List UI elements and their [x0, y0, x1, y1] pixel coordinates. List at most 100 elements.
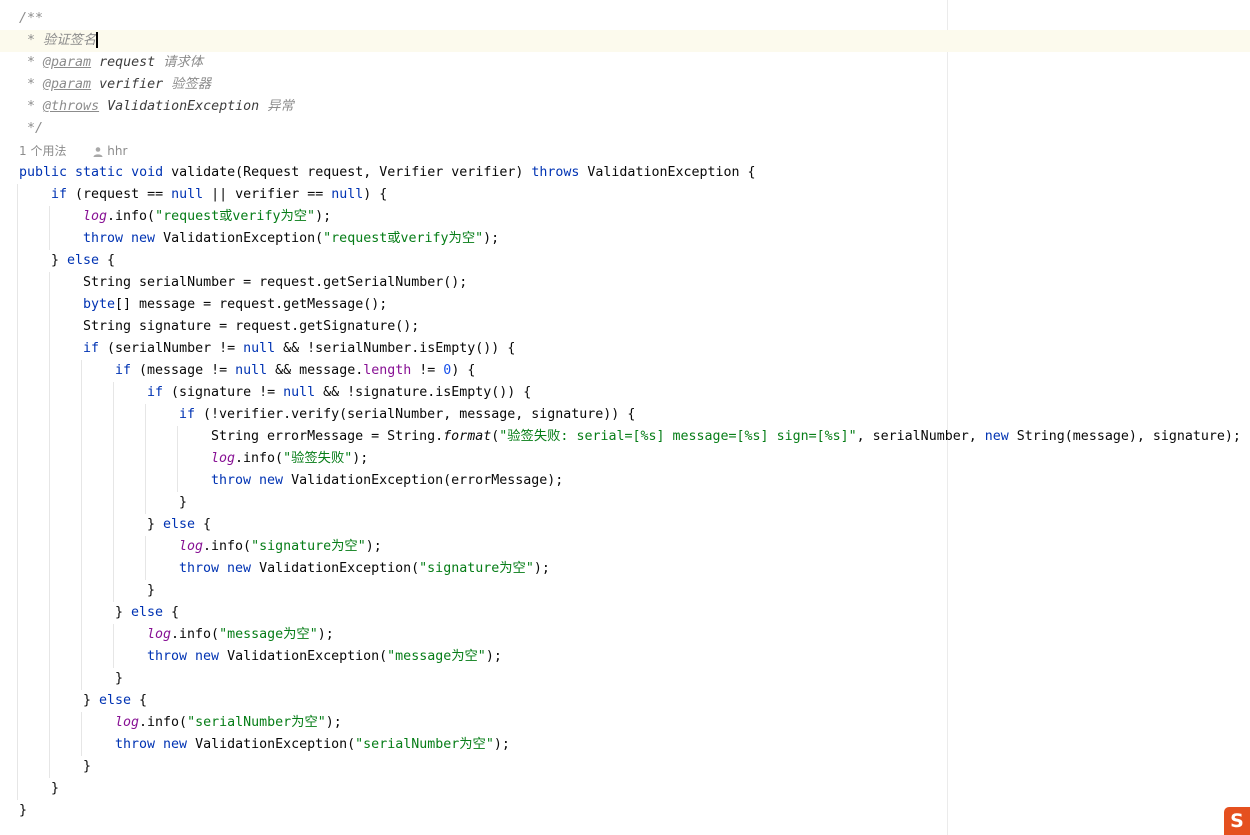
- code-token: ValidationException: [99, 99, 260, 114]
- code-token: );: [325, 715, 342, 730]
- code-line[interactable]: if (serialNumber != null && !serialNumbe…: [0, 338, 1250, 360]
- code-line[interactable]: } else {: [0, 602, 1250, 624]
- code-token: String signature = request.getSignature(…: [83, 319, 420, 334]
- indent-guide: [17, 404, 18, 426]
- code-line[interactable]: * @param request 请求体: [0, 52, 1250, 74]
- indent-guide: [81, 448, 82, 470]
- code-line[interactable]: } else {: [0, 514, 1250, 536]
- code-token: @param: [43, 55, 92, 70]
- code-line[interactable]: }: [0, 778, 1250, 800]
- code-line[interactable]: */: [0, 118, 1250, 140]
- code-token: "message为空": [219, 627, 318, 642]
- code-token: ValidationException(: [195, 737, 356, 752]
- code-line[interactable]: } else {: [0, 690, 1250, 712]
- code-token: ValidationException(: [163, 231, 324, 246]
- indent-guide: [113, 646, 114, 668]
- inlay-hint[interactable]: 1 个用法 hhr: [0, 140, 1250, 162]
- code-token: [] message = request.getMessage();: [115, 297, 388, 312]
- code-token: ValidationException(: [227, 649, 388, 664]
- code-line[interactable]: String errorMessage = String.format("验签失…: [0, 426, 1250, 448]
- indent-guide: [81, 426, 82, 448]
- code-token: *: [19, 99, 44, 114]
- code-line[interactable]: } else {: [0, 250, 1250, 272]
- code-line[interactable]: }: [0, 492, 1250, 514]
- code-token: .info(: [235, 451, 284, 466]
- indent-guide: [81, 470, 82, 492]
- indent-guide: [17, 316, 18, 338]
- code-line[interactable]: * @param verifier 验签器: [0, 74, 1250, 96]
- code-token: @throws: [43, 99, 100, 114]
- code-line[interactable]: byte[] message = request.getMessage();: [0, 294, 1250, 316]
- indent-guide: [17, 602, 18, 624]
- code-token: );: [352, 451, 369, 466]
- code-token: if: [51, 187, 76, 202]
- code-line[interactable]: throw new ValidationException("signature…: [0, 558, 1250, 580]
- indent-guide: [49, 360, 50, 382]
- code-line[interactable]: log.info("message为空");: [0, 624, 1250, 646]
- code-token: else: [131, 605, 164, 620]
- code-token: "验签失败": [283, 451, 353, 466]
- code-line[interactable]: log.info("验签失败");: [0, 448, 1250, 470]
- code-token: log: [83, 209, 108, 224]
- indent-guide: [49, 228, 50, 250]
- code-line[interactable]: throw new ValidationException("request或v…: [0, 228, 1250, 250]
- code-token: else: [163, 517, 196, 532]
- indent-guide: [145, 558, 146, 580]
- author-hint[interactable]: hhr: [92, 144, 127, 158]
- code-token: if: [83, 341, 108, 356]
- code-line[interactable]: if (signature != null && !signature.isEm…: [0, 382, 1250, 404]
- code-token: validate(Request request, Verifier verif…: [171, 165, 532, 180]
- code-line[interactable]: * @throws ValidationException 异常: [0, 96, 1250, 118]
- code-token: && !serialNumber.isEmpty()) {: [275, 341, 516, 356]
- code-line[interactable]: if (request == null || verifier == null)…: [0, 184, 1250, 206]
- indent-guide: [113, 514, 114, 536]
- code-line[interactable]: throw new ValidationException("serialNum…: [0, 734, 1250, 756]
- code-area[interactable]: /** * 验证签名 * @param request 请求体 * @param…: [0, 8, 1250, 822]
- indent-guide: [81, 558, 82, 580]
- code-token: request: [91, 55, 156, 70]
- indent-guide: [81, 624, 82, 646]
- code-line[interactable]: throw new ValidationException("message为空…: [0, 646, 1250, 668]
- indent-guide: [81, 602, 82, 624]
- indent-guide: [49, 448, 50, 470]
- code-token: }: [115, 605, 132, 620]
- code-line[interactable]: }: [0, 756, 1250, 778]
- usages-hint[interactable]: 1 个用法: [19, 144, 66, 158]
- code-line[interactable]: }: [0, 580, 1250, 602]
- code-line[interactable]: String signature = request.getSignature(…: [0, 316, 1250, 338]
- indent-guide: [49, 206, 50, 228]
- indent-guide: [49, 646, 50, 668]
- code-token: {: [163, 605, 180, 620]
- code-line[interactable]: public static void validate(Request requ…: [0, 162, 1250, 184]
- indent-guide: [17, 778, 18, 800]
- code-token: "signature为空": [251, 539, 366, 554]
- code-line[interactable]: /**: [0, 8, 1250, 30]
- indent-guide: [49, 734, 50, 756]
- indent-guide: [113, 492, 114, 514]
- code-editor[interactable]: /** * 验证签名 * @param request 请求体 * @param…: [0, 0, 1250, 835]
- indent-guide: [49, 492, 50, 514]
- code-token: log: [179, 539, 204, 554]
- code-line[interactable]: if (message != null && message.length !=…: [0, 360, 1250, 382]
- code-line[interactable]: if (!verifier.verify(serialNumber, messa…: [0, 404, 1250, 426]
- code-line[interactable]: String serialNumber = request.getSerialN…: [0, 272, 1250, 294]
- code-line[interactable]: log.info("signature为空");: [0, 536, 1250, 558]
- code-line[interactable]: }: [0, 800, 1250, 822]
- code-token: format: [443, 429, 492, 444]
- indent-guide: [145, 448, 146, 470]
- code-token: }: [83, 693, 100, 708]
- code-line[interactable]: log.info("serialNumber为空");: [0, 712, 1250, 734]
- code-line[interactable]: * 验证签名: [0, 30, 1250, 52]
- sogou-ime-logo-icon[interactable]: S: [1224, 807, 1250, 835]
- indent-guide: [17, 206, 18, 228]
- code-token: }: [83, 759, 92, 774]
- code-line[interactable]: log.info("request或verify为空");: [0, 206, 1250, 228]
- code-token: && message.: [267, 363, 364, 378]
- code-line[interactable]: }: [0, 668, 1250, 690]
- code-line[interactable]: throw new ValidationException(errorMessa…: [0, 470, 1250, 492]
- code-token: (serialNumber !=: [107, 341, 244, 356]
- code-token: || verifier ==: [203, 187, 332, 202]
- code-token: null: [171, 187, 204, 202]
- code-token: 异常: [259, 99, 294, 114]
- code-token: );: [483, 231, 500, 246]
